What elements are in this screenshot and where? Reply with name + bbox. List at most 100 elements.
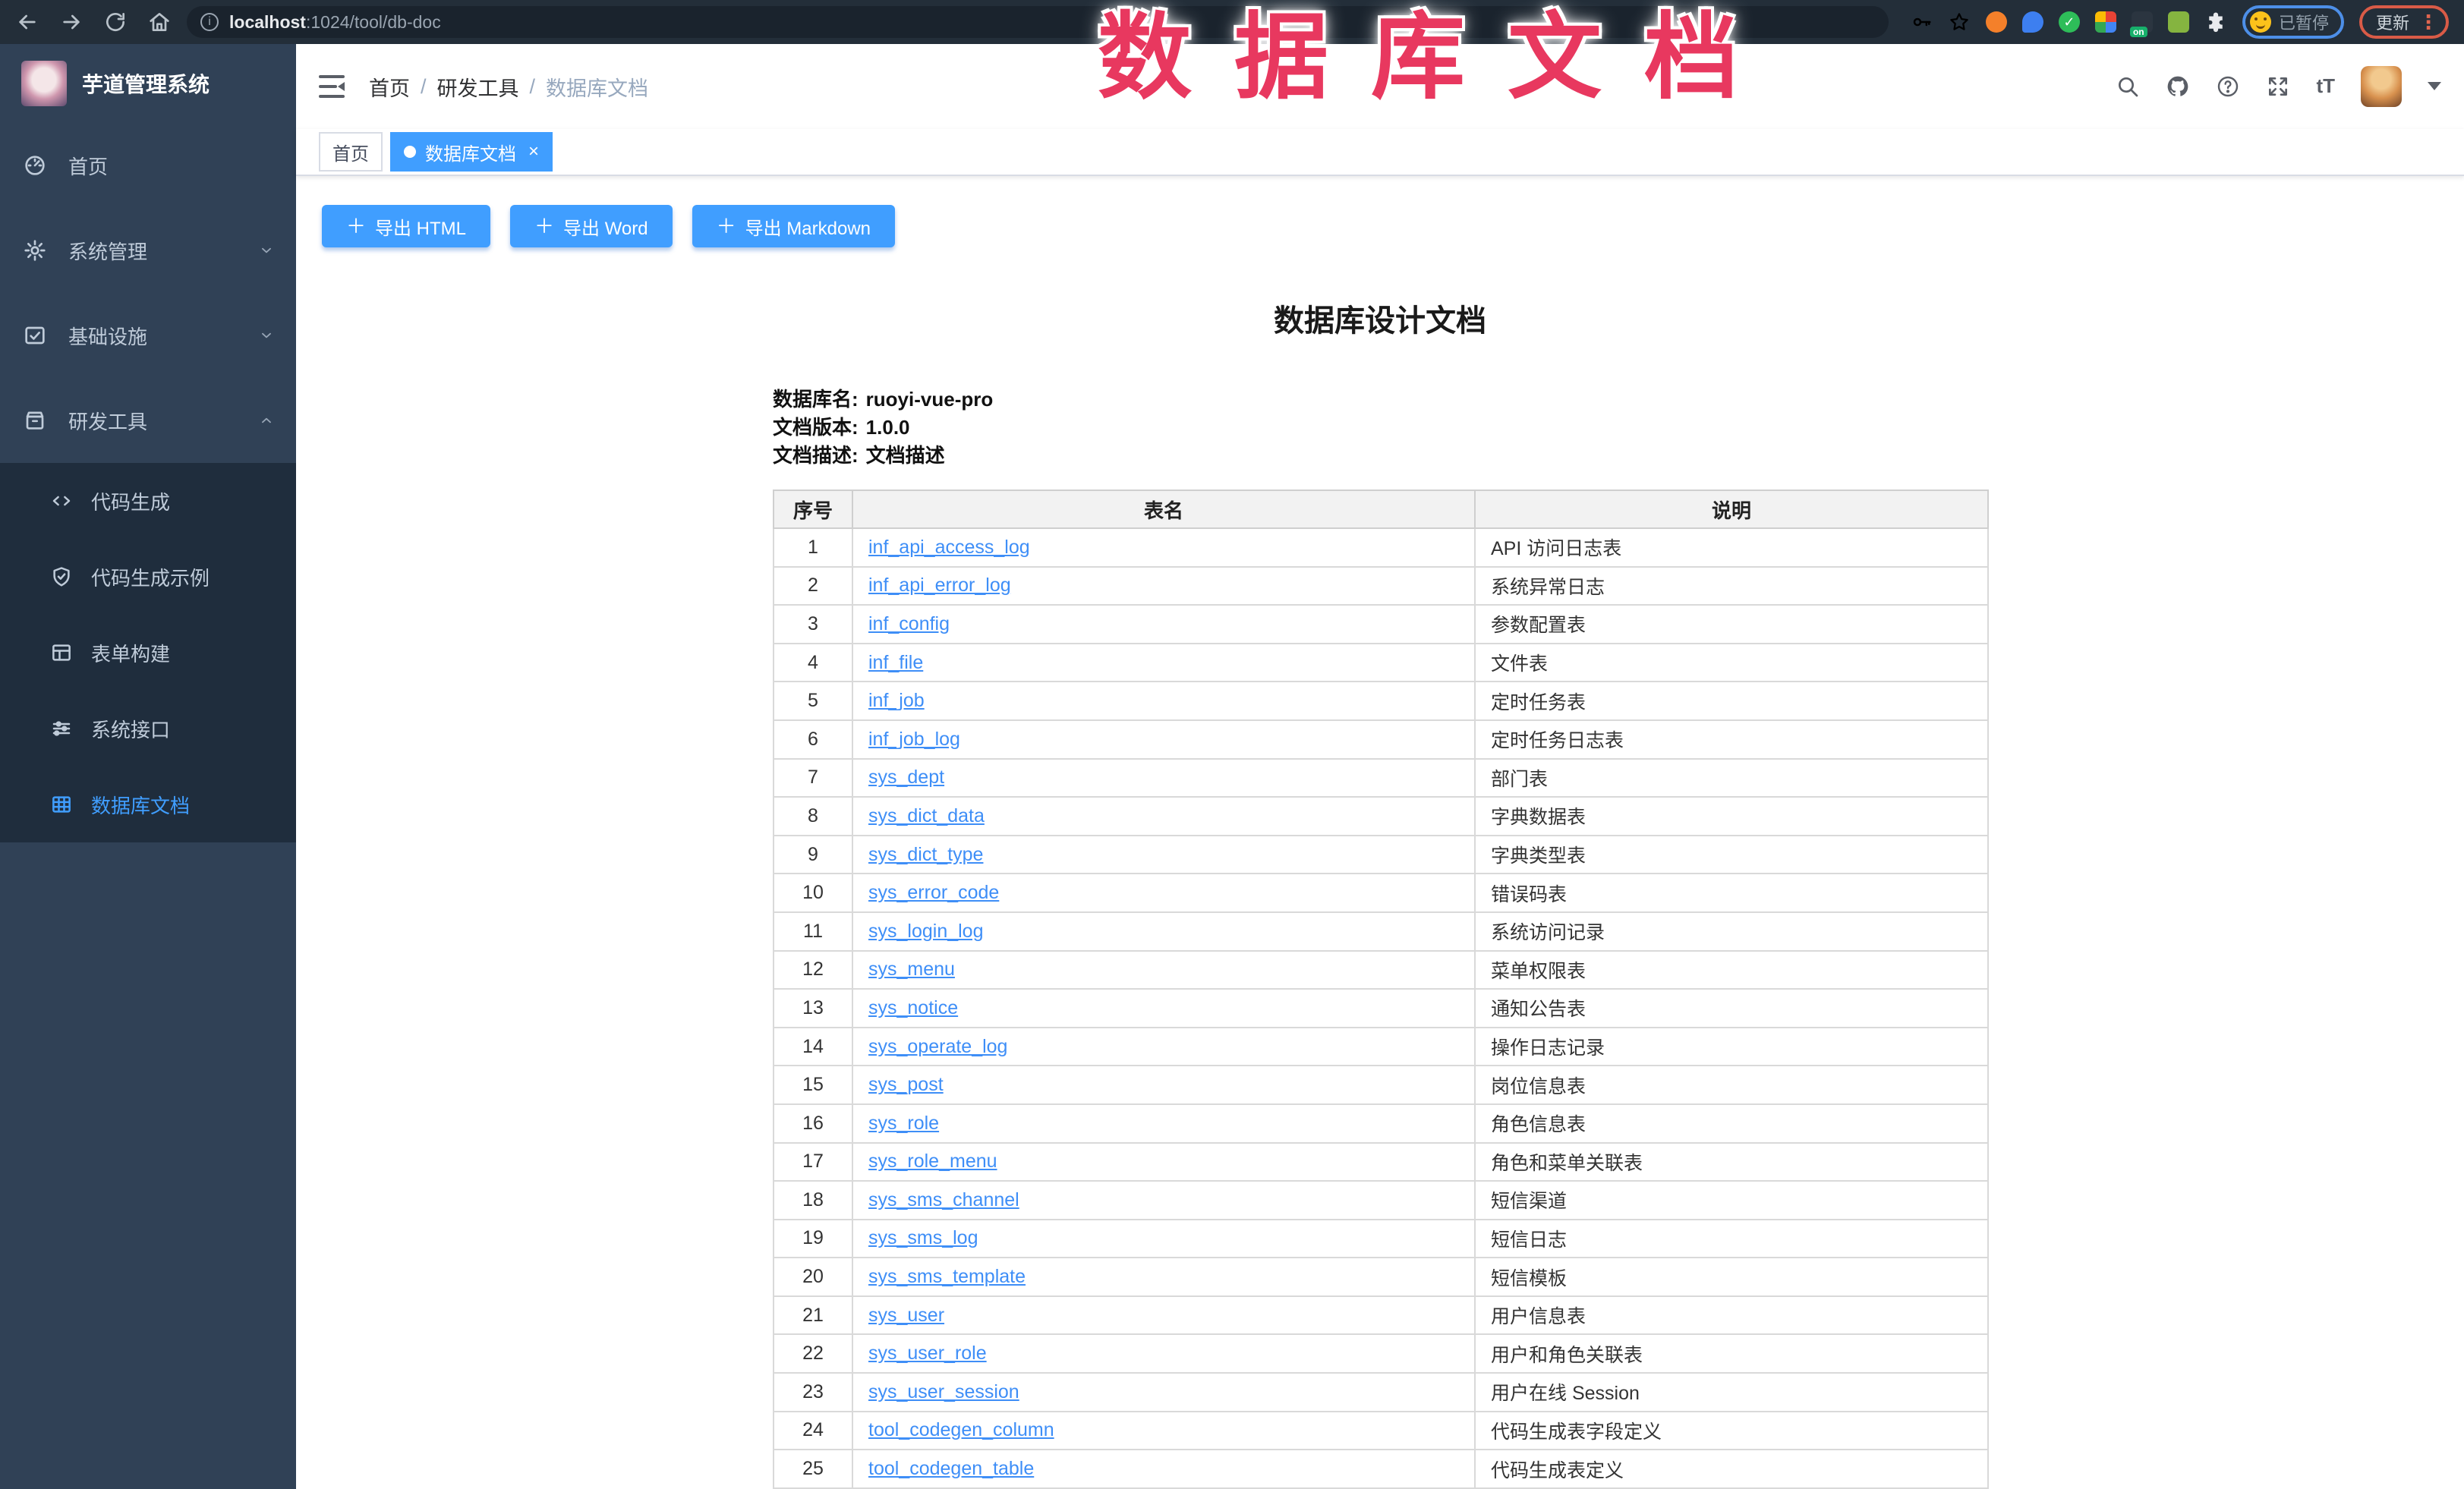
password-key-icon[interactable]: [1910, 11, 1933, 33]
table-name-link[interactable]: sys_user_role: [868, 1343, 987, 1364]
row-index-cell: 23: [774, 1373, 852, 1412]
sidebar-subitem-codegen-demo[interactable]: 代码生成示例: [0, 539, 296, 615]
sidebar-subitem-form-builder[interactable]: 表单构建: [0, 615, 296, 691]
table-name-link[interactable]: sys_user: [868, 1305, 944, 1326]
table-name-link[interactable]: sys_notice: [868, 997, 958, 1018]
browser-menu-kebab-icon[interactable]: ⋮: [2418, 12, 2438, 32]
export-button-label: 导出 Word: [563, 213, 648, 240]
doc-title: 数据库设计文档: [773, 296, 1987, 340]
table-name-link[interactable]: sys_error_code: [868, 882, 999, 903]
breadcrumb-item[interactable]: 首页: [369, 72, 410, 102]
table-name-link[interactable]: tool_codegen_column: [868, 1419, 1054, 1440]
table-name-link[interactable]: sys_dict_data: [868, 805, 985, 826]
row-index-cell: 9: [774, 836, 852, 874]
table-name-link[interactable]: sys_sms_log: [868, 1227, 978, 1248]
bookmark-star-icon[interactable]: [1948, 11, 1971, 33]
export-button-0[interactable]: ＋导出 HTML: [322, 205, 490, 247]
tag-view[interactable]: 首页: [319, 132, 383, 172]
sidebar-item-infra[interactable]: 基础设施: [0, 293, 296, 378]
row-index-cell: 25: [774, 1450, 852, 1488]
row-index-cell: 14: [774, 1028, 852, 1066]
browser-update-button[interactable]: 更新 ⋮: [2359, 5, 2449, 39]
search-icon[interactable]: [2116, 74, 2140, 99]
fullscreen-icon[interactable]: [2266, 74, 2290, 99]
table-row: 1inf_api_access_logAPI 访问日志表: [774, 528, 1988, 567]
table-name-link[interactable]: sys_dept: [868, 767, 944, 788]
sidebar-subitem-db-doc[interactable]: 数据库文档: [0, 767, 296, 842]
browser-address-bar[interactable]: i localhost:1024/tool/db-doc: [187, 6, 1889, 38]
sidebar-subitem-codegen[interactable]: 代码生成: [0, 463, 296, 539]
extensions-puzzle-icon[interactable]: [2204, 11, 2227, 33]
extension-on-badge-icon[interactable]: on: [2132, 11, 2153, 33]
breadcrumb-item[interactable]: 研发工具: [437, 72, 519, 102]
table-name-link[interactable]: sys_sms_template: [868, 1266, 1026, 1287]
extension-grid-icon[interactable]: [2095, 11, 2116, 33]
table-header-cell: 表名: [852, 490, 1475, 528]
table-name-link[interactable]: inf_job_log: [868, 729, 960, 750]
table-name-link[interactable]: sys_dict_type: [868, 844, 983, 865]
help-icon[interactable]: [2216, 74, 2240, 99]
sidebar-subitem-system-api[interactable]: 系统接口: [0, 691, 296, 767]
sidebar-item-home[interactable]: 首页: [0, 123, 296, 208]
browser-forward-icon[interactable]: [59, 10, 83, 34]
table-name-cell: sys_login_log: [852, 912, 1475, 951]
table-name-cell: sys_user: [852, 1296, 1475, 1335]
sidebar-subitem-label: 数据库文档: [91, 791, 190, 819]
browser-home-icon[interactable]: [147, 10, 172, 34]
profile-paused-badge[interactable]: 已暂停: [2242, 5, 2344, 39]
user-avatar[interactable]: [2361, 66, 2402, 107]
app-logo-row[interactable]: 芋道管理系统: [0, 44, 296, 123]
export-button-1[interactable]: ＋导出 Word: [510, 205, 673, 247]
table-name-link[interactable]: sys_post: [868, 1074, 944, 1095]
sidebar-item-system[interactable]: 系统管理: [0, 208, 296, 293]
tools-icon: [23, 408, 47, 433]
row-index-cell: 13: [774, 989, 852, 1028]
browser-back-icon[interactable]: [15, 10, 39, 34]
site-info-icon[interactable]: i: [200, 13, 219, 31]
extension-blue-icon[interactable]: [2022, 11, 2043, 33]
row-index-cell: 2: [774, 567, 852, 606]
tag-close-icon[interactable]: ×: [528, 143, 539, 161]
table-name-link[interactable]: sys_sms_channel: [868, 1189, 1019, 1210]
extension-leaf-icon[interactable]: [2168, 11, 2189, 33]
doc-meta: 数据库名:ruoyi-vue-pro文档版本:1.0.0文档描述:文档描述: [773, 386, 1987, 470]
table-name-link[interactable]: sys_role: [868, 1113, 939, 1134]
table-name-cell: sys_operate_log: [852, 1028, 1475, 1066]
row-index-cell: 3: [774, 605, 852, 644]
table-name-link[interactable]: inf_api_access_log: [868, 537, 1030, 558]
table-name-link[interactable]: inf_file: [868, 652, 923, 673]
table-name-link[interactable]: sys_operate_log: [868, 1036, 1007, 1057]
table-row: 23 sys_user_session 用户在线 Session: [774, 1373, 1988, 1412]
table-name-link[interactable]: sys_menu: [868, 959, 955, 980]
github-icon[interactable]: [2166, 74, 2190, 99]
table-desc-cell: 文件表: [1475, 644, 1988, 682]
table-name-cell: inf_job: [852, 682, 1475, 720]
table-name-link[interactable]: inf_api_error_log: [868, 575, 1011, 596]
sidebar-submenu-devtools: 代码生成代码生成示例表单构建系统接口数据库文档: [0, 463, 296, 842]
chevron-up-icon: [258, 412, 275, 429]
table-desc-cell: 字典类型表: [1475, 836, 1988, 874]
table-row: 4inf_file文件表: [774, 644, 1988, 682]
sidebar-subitem-label: 系统接口: [91, 715, 170, 743]
chevron-down-icon: [258, 327, 275, 344]
sidebar-collapse-icon[interactable]: [319, 75, 345, 98]
table-desc-cell: 用户在线 Session: [1475, 1373, 1988, 1412]
row-index-cell: 8: [774, 797, 852, 836]
table-name-link[interactable]: sys_login_log: [868, 921, 984, 942]
table-name-link[interactable]: inf_job: [868, 690, 925, 711]
table-name-link[interactable]: sys_user_session: [868, 1381, 1019, 1402]
table-name-link[interactable]: tool_codegen_table: [868, 1458, 1034, 1479]
table-row: 3inf_config参数配置表: [774, 605, 1988, 644]
table-name-link[interactable]: inf_config: [868, 613, 950, 634]
sidebar-item-devtools[interactable]: 研发工具: [0, 378, 296, 463]
tag-active-view[interactable]: 数据库文档×: [390, 132, 553, 172]
table-header-row: 序号表名说明: [774, 490, 1988, 528]
export-button-label: 导出 HTML: [375, 213, 466, 240]
table-name-link[interactable]: sys_role_menu: [868, 1151, 997, 1172]
extension-orange-icon[interactable]: [1986, 11, 2007, 33]
export-button-2[interactable]: ＋导出 Markdown: [692, 205, 895, 247]
browser-reload-icon[interactable]: [103, 10, 128, 34]
extension-green-check-icon[interactable]: ✓: [2059, 11, 2080, 33]
font-size-icon[interactable]: tT: [2316, 74, 2335, 99]
avatar-caret-down-icon[interactable]: [2428, 82, 2441, 97]
